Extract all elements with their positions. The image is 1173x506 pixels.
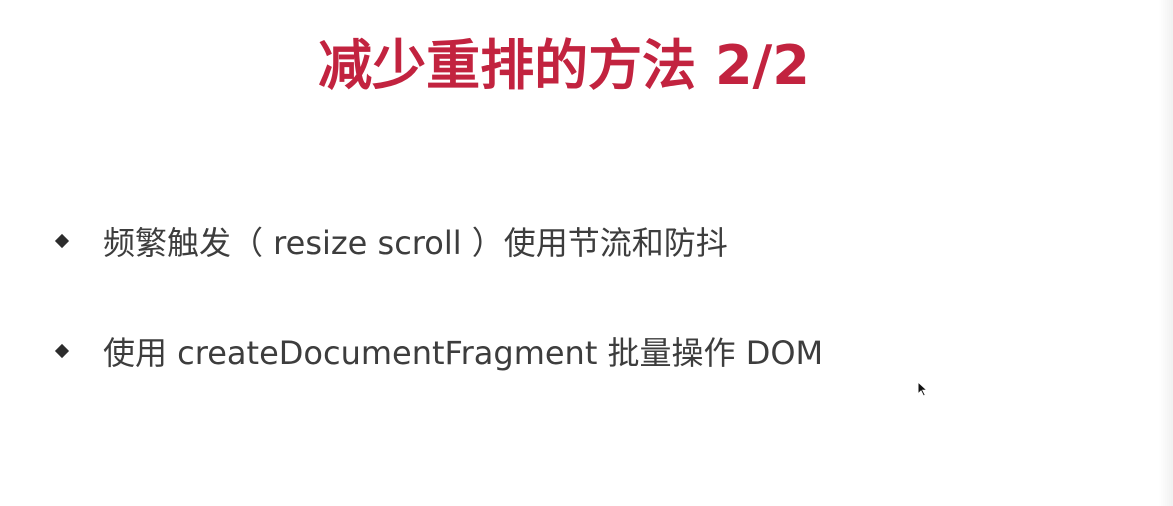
- slide-edge-shadow: [1159, 0, 1173, 506]
- diamond-bullet-icon: [54, 233, 70, 249]
- bullet-text: 频繁触发（ resize scroll ）使用节流和防抖: [103, 224, 728, 262]
- bullet-item: 使用 createDocumentFragment 批量操作 DOM: [50, 326, 823, 376]
- bullet-item: 频繁触发（ resize scroll ）使用节流和防抖: [50, 216, 728, 266]
- mouse-pointer-icon: [917, 381, 929, 397]
- slide-title: 减少重排的方法 2/2: [318, 34, 810, 97]
- slide: 减少重排的方法 2/2 频繁触发（ resize scroll ）使用节流和防抖…: [0, 0, 1173, 506]
- diamond-bullet-icon: [54, 343, 70, 359]
- bullet-text: 使用 createDocumentFragment 批量操作 DOM: [103, 334, 824, 372]
